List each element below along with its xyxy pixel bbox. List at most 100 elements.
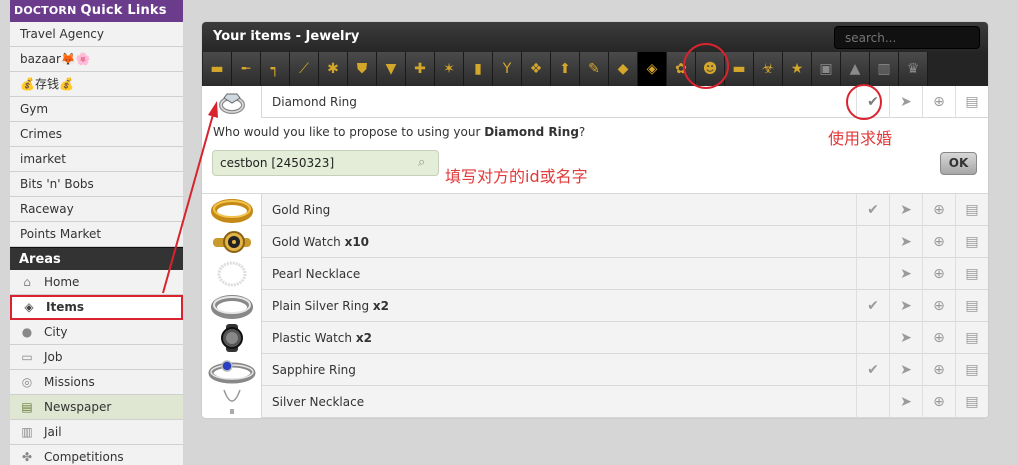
add-plus-icon[interactable]: ⊕ (922, 257, 955, 290)
item-name: Pearl Necklace (262, 267, 856, 281)
grenade-icon[interactable]: ✱ (319, 52, 348, 86)
add-plus-icon[interactable]: ⊕ (922, 385, 955, 418)
use-check-icon[interactable]: ✔ (856, 289, 889, 322)
item-name: Gold Watch x10 (262, 235, 856, 249)
add-plus-icon[interactable]: ⊕ (922, 289, 955, 322)
lock-icon[interactable]: ▣ (812, 52, 841, 86)
drug-leaf-icon[interactable]: ✶ (435, 52, 464, 86)
trash-icon[interactable]: ▤ (955, 193, 988, 226)
sidebar-item-label: City (44, 325, 68, 339)
sidebar-item-items[interactable]: ◈ Items (10, 295, 183, 320)
use-button-highlight-circle (846, 84, 882, 120)
areas-list: ⌂ Home ◈ Items ● City ▭ Job ◎ Missions ▤ Newspaper ▥… (10, 270, 183, 465)
plastic-watch-thumbnail (202, 321, 262, 354)
rifle-icon[interactable]: ╾ (232, 52, 261, 86)
trash-icon[interactable]: ▤ (955, 257, 988, 290)
sidebar-item-home[interactable]: ⌂ Home (10, 270, 183, 295)
quick-link-item[interactable]: Crimes (10, 122, 183, 147)
sidebar-item-city[interactable]: ● City (10, 320, 183, 345)
quick-link-item[interactable]: bazaar🦊🌸 (10, 47, 183, 72)
alcohol-icon[interactable]: Y (493, 52, 522, 86)
send-plane-icon[interactable]: ➤ (889, 353, 922, 386)
quick-link-item[interactable]: Raceway (10, 197, 183, 222)
energy-drink-icon[interactable]: ▮ (464, 52, 493, 86)
sidebar-item-competitions[interactable]: ✤ Competitions (10, 445, 183, 465)
item-row[interactable]: Plastic Watch x2✔➤⊕▤ (202, 321, 988, 354)
jail-bars-icon: ▥ (21, 425, 33, 439)
use-check-icon[interactable]: ✔ (856, 193, 889, 226)
sidebar: DOCTORN Quick Links Travel Agency bazaar🦊🌸… (10, 0, 183, 465)
supply-pack-icon[interactable]: ◆ (609, 52, 638, 86)
candy-icon[interactable]: ❖ (522, 52, 551, 86)
enhancer-icon[interactable]: ✎ (580, 52, 609, 86)
propose-question: Who would you like to propose to using y… (213, 125, 586, 139)
blade-icon[interactable]: ⟋ (290, 52, 319, 86)
pyramid-icon[interactable]: ▲ (841, 52, 870, 86)
jewelry-diamond-icon[interactable]: ◈ (638, 52, 667, 86)
clothing-icon[interactable]: ▼ (377, 52, 406, 86)
ok-button[interactable]: OK (940, 152, 977, 175)
stats-icon[interactable]: ▥ (870, 52, 899, 86)
item-name: Gold Ring (262, 203, 856, 217)
trophy-icon[interactable]: ♛ (899, 52, 928, 86)
item-name-text: Plastic Watch (272, 330, 352, 345)
quick-link-item[interactable]: Points Market (10, 222, 183, 247)
send-plane-icon[interactable]: ➤ (889, 385, 922, 418)
send-plane-icon[interactable]: ➤ (889, 193, 922, 226)
trash-icon[interactable]: ▤ (955, 321, 988, 354)
add-plus-icon[interactable]: ⊕ (922, 193, 955, 226)
quick-link-item[interactable]: imarket (10, 147, 183, 172)
car-icon[interactable]: ▬ (725, 52, 754, 86)
item-row[interactable]: Sapphire Ring ✔ ➤ ⊕ ▤ (202, 353, 988, 386)
sidebar-item-newspaper[interactable]: ▤ Newspaper (10, 395, 183, 420)
trash-icon[interactable]: ▤ (955, 85, 988, 118)
add-plus-icon[interactable]: ⊕ (922, 225, 955, 258)
sapphire-ring-thumbnail (202, 353, 262, 386)
add-plus-icon[interactable]: ⊕ (922, 321, 955, 354)
send-plane-icon[interactable]: ➤ (889, 289, 922, 322)
annotation-fill-id: 填写对方的id或名字 (445, 167, 588, 186)
send-plane-icon[interactable]: ➤ (889, 321, 922, 354)
sidebar-item-label: Items (46, 300, 84, 314)
quick-links-list: Travel Agency bazaar🦊🌸 💰存钱💰 Gym Crimes imarke… (10, 22, 183, 247)
sidebar-item-label: Jail (44, 425, 62, 439)
sidebar-item-missions[interactable]: ◎ Missions (10, 370, 183, 395)
folder-icon[interactable]: ▬ (203, 52, 232, 86)
send-plane-icon[interactable]: ➤ (889, 257, 922, 290)
use-check-icon[interactable]: ✔ (856, 353, 889, 386)
trash-icon[interactable]: ▤ (955, 289, 988, 322)
propose-target-input[interactable]: cestbon [2450323] (212, 150, 439, 176)
item-row[interactable]: Pearl Necklace ✔➤⊕▤ (202, 257, 988, 290)
map-pin-icon: ● (21, 325, 33, 339)
add-plus-icon[interactable]: ⊕ (922, 353, 955, 386)
newspaper-icon: ▤ (21, 400, 33, 414)
sidebar-item-label: Missions (44, 375, 95, 389)
booster-icon[interactable]: ⬆ (551, 52, 580, 86)
items-search-input[interactable] (834, 26, 980, 49)
use-check-icon: ✔ (856, 321, 889, 354)
item-row[interactable]: Gold Ring ✔ ➤ ⊕ ▤ (202, 193, 988, 226)
trash-icon[interactable]: ▤ (955, 225, 988, 258)
quick-link-item[interactable]: 💰存钱💰 (10, 72, 183, 97)
item-row[interactable]: Silver Necklace ✔➤⊕▤ (202, 385, 988, 418)
virus-icon[interactable]: ☣ (754, 52, 783, 86)
trash-icon[interactable]: ▤ (955, 385, 988, 418)
quick-link-item[interactable]: Bits 'n' Bobs (10, 172, 183, 197)
sidebar-item-job[interactable]: ▭ Job (10, 345, 183, 370)
quick-link-item[interactable]: Travel Agency (10, 22, 183, 47)
medical-icon[interactable]: ✚ (406, 52, 435, 86)
item-name: Diamond Ring (272, 94, 357, 109)
send-plane-icon[interactable]: ➤ (889, 85, 922, 118)
quick-link-item[interactable]: Gym (10, 97, 183, 122)
pistol-icon[interactable]: ┑ (261, 52, 290, 86)
special-star-icon[interactable]: ★ (783, 52, 812, 86)
item-row[interactable]: Plain Silver Ring x2 ✔ ➤ ⊕ ▤ (202, 289, 988, 322)
add-plus-icon[interactable]: ⊕ (922, 85, 955, 118)
trash-icon[interactable]: ▤ (955, 353, 988, 386)
item-row[interactable]: Gold Watch x10✔➤⊕▤ (202, 225, 988, 258)
sidebar-item-jail[interactable]: ▥ Jail (10, 420, 183, 445)
armor-icon[interactable]: ⛊ (348, 52, 377, 86)
item-quantity: x10 (344, 234, 370, 249)
item-name-text: Gold Ring (272, 202, 331, 217)
send-plane-icon[interactable]: ➤ (889, 225, 922, 258)
